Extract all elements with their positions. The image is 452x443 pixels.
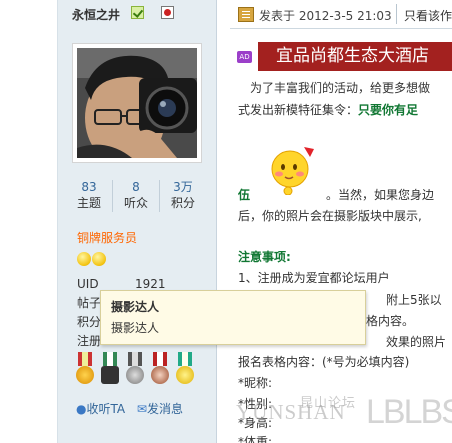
content-line-3b: 。当然，如果您身边 (326, 188, 435, 202)
rank-stars (77, 252, 107, 269)
form-field-nickname: *昵称: (238, 376, 273, 390)
register-label: 注册 (77, 334, 102, 348)
content-line-2a: 式发出新模特征集令： (238, 103, 359, 117)
view-author-only-link[interactable]: 只看该作 (404, 7, 452, 24)
stat-points[interactable]: 3万 积分 (160, 180, 206, 212)
post-time: 发表于 2012-3-5 21:03 (259, 9, 392, 23)
form-field-weight: *体重: (238, 435, 273, 443)
tooltip-title: 摄影达人 (111, 300, 160, 314)
content-line-3a: 伍 (238, 188, 251, 202)
medal-list (74, 352, 196, 386)
avatar-photo (77, 48, 197, 158)
ad-banner[interactable]: 宜品尚都生态大酒店 (258, 42, 452, 71)
stat-listeners-label: 听众 (123, 196, 148, 210)
content-line-1: 为了丰富我们的活动，给更多想做 (250, 81, 431, 95)
online-check-icon (131, 6, 144, 19)
uid-label: UID (77, 277, 99, 291)
author-stats: 83 主题 8 听众 3万 积分 (66, 180, 206, 212)
uid-value[interactable]: 1921 (135, 277, 166, 291)
info-row-2: 帖子 (77, 294, 101, 311)
notice-title: 注意事项: (238, 250, 291, 264)
camera-medal-icon[interactable] (99, 352, 121, 386)
post-icon (238, 7, 254, 22)
notice-item-4: 效果的照片 (386, 335, 447, 349)
gender-icon (161, 6, 174, 19)
posts-label: 帖子 (77, 296, 102, 310)
notice-item-3: 格内容。 (366, 314, 415, 328)
watermark-logo: LBLBS (366, 393, 452, 431)
stat-topics-label: 主题 (76, 196, 101, 210)
notice-item-1: 1、注册成为爱宜都论坛用户 (238, 271, 390, 285)
form-title: 报名表格内容：(*号为必填内容) (238, 355, 410, 369)
content-line-4: 后，你的照片会在摄影版块中展示, (238, 209, 422, 223)
star-medal-icon[interactable] (174, 352, 196, 386)
medal-1-icon[interactable] (74, 352, 96, 386)
header-rule (230, 28, 452, 29)
message-icon: ✉ (136, 402, 147, 416)
blush-emoji-icon (271, 147, 314, 195)
medal-3-icon[interactable] (124, 352, 146, 386)
smile-icon (77, 252, 91, 266)
stat-points-value: 3万 (173, 180, 193, 194)
avatar[interactable] (72, 43, 202, 163)
smile-icon (92, 252, 106, 266)
author-actions: ●收听TA ✉发消息 (76, 400, 183, 417)
stat-topics[interactable]: 83 主题 (66, 180, 113, 212)
medal-4-icon[interactable] (149, 352, 171, 386)
info-row-3: 积分 (77, 313, 101, 330)
medal-tooltip: 摄影达人 摄影达人 (100, 290, 366, 345)
message-link[interactable]: 发消息 (147, 402, 183, 416)
points-label: 积分 (77, 315, 102, 329)
user-rank[interactable]: 铜牌服务员 (77, 229, 137, 246)
stat-topics-value: 83 (81, 180, 97, 194)
stat-listeners[interactable]: 8 听众 (113, 180, 160, 212)
stat-listeners-value: 8 (132, 180, 140, 194)
watermark-cn: 昆山论坛 (300, 395, 357, 410)
listen-icon: ● (76, 402, 87, 416)
header-divider (396, 4, 397, 24)
listen-link[interactable]: 收听TA (86, 402, 125, 416)
info-uid: UID 1921 (77, 277, 166, 291)
content-line-2b: 只要你有足 (358, 103, 419, 117)
stat-points-label: 积分 (170, 196, 195, 210)
author-name[interactable]: 永恒之井 (72, 6, 120, 23)
content-line-2: 式发出新模特征集令：只要你有足 (238, 101, 418, 118)
notice-item-2: 附上5张以 (386, 293, 442, 307)
left-gutter (0, 0, 57, 443)
tooltip-desc: 摄影达人 (111, 321, 160, 335)
ad-badge: AD (237, 51, 252, 63)
info-row-4: 注册 (77, 332, 101, 349)
